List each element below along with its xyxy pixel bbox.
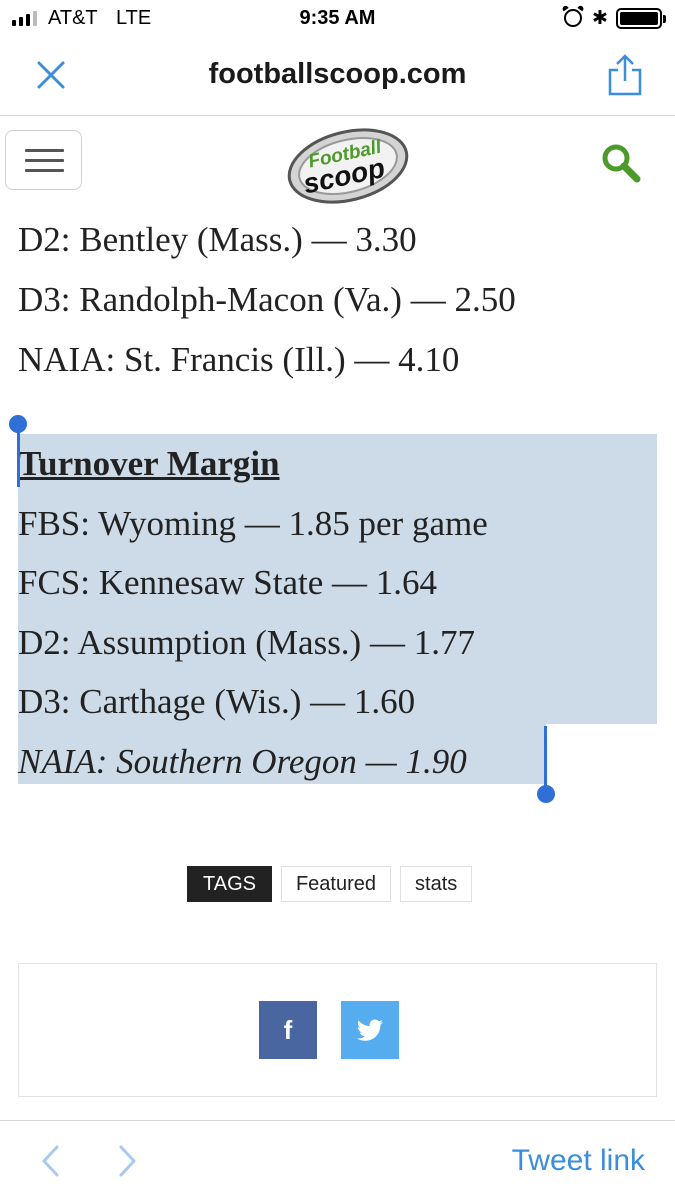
tag-stats[interactable]: stats: [400, 866, 473, 902]
facebook-share-button[interactable]: f: [259, 1001, 317, 1059]
selection-start-caret: [17, 424, 20, 487]
bluetooth-icon: ✱: [592, 8, 608, 29]
tag-featured[interactable]: Featured: [280, 866, 392, 902]
browser-bottom-toolbar: Tweet link: [0, 1120, 675, 1200]
chevron-right-icon[interactable]: [116, 1143, 140, 1179]
status-bar: AT&T LTE 9:35 AM ✱: [0, 0, 675, 38]
share-box: f: [18, 963, 657, 1097]
article-line: D3: Randolph-Macon (Va.) — 2.50: [18, 280, 516, 319]
twitter-bird-icon: [356, 1019, 383, 1041]
hamburger-icon: [25, 149, 64, 152]
article-line: FBS: Wyoming — 1.85 per game: [18, 504, 488, 543]
twitter-share-button[interactable]: [341, 1001, 399, 1059]
browser-top-bar: footballscoop.com: [0, 38, 675, 116]
alarm-icon: [564, 9, 582, 27]
search-icon[interactable]: [600, 142, 642, 184]
article-line: NAIA: Southern Oregon — 1.90: [18, 742, 467, 781]
article-line: D2: Bentley (Mass.) — 3.30: [18, 220, 417, 259]
selection-end-caret: [544, 726, 547, 789]
menu-button[interactable]: [5, 130, 82, 190]
article-line: NAIA: St. Francis (Ill.) — 4.10: [18, 340, 460, 379]
selection-end-handle[interactable]: [537, 785, 555, 803]
article-line: D3: Carthage (Wis.) — 1.60: [18, 682, 416, 721]
article-line: FCS: Kennesaw State — 1.64: [18, 563, 438, 602]
page-domain: footballscoop.com: [208, 58, 467, 90]
battery-icon: [616, 8, 666, 29]
tweet-link-button[interactable]: Tweet link: [512, 1144, 645, 1178]
share-icon[interactable]: [605, 54, 645, 96]
tags-row: TAGS Featured stats: [187, 866, 473, 902]
article-line: D2: Assumption (Mass.) — 1.77: [18, 623, 475, 662]
site-header: Football scoop: [0, 117, 675, 212]
selection-start-handle[interactable]: [9, 415, 27, 433]
chevron-left-icon[interactable]: [38, 1143, 62, 1179]
tags-label: TAGS: [187, 866, 272, 902]
section-heading: Turnover Margin: [18, 444, 280, 483]
footballscoop-logo[interactable]: Football scoop: [282, 121, 412, 209]
